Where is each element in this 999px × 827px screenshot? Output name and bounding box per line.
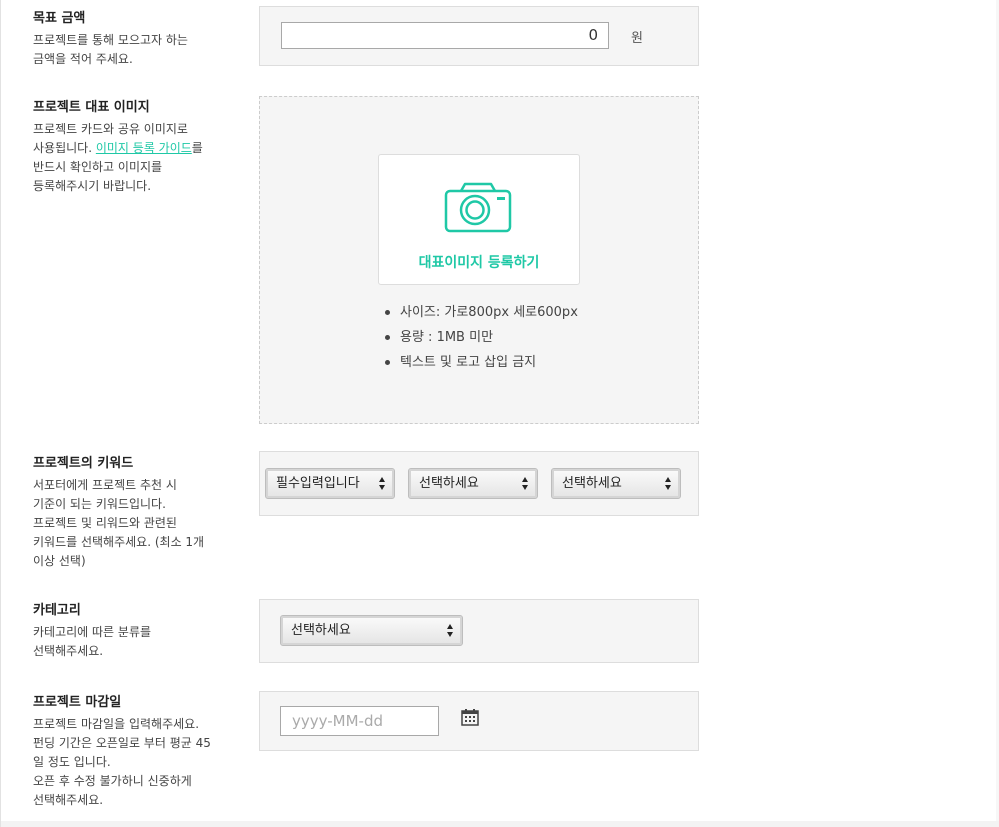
keyword-select-1-value: 필수입력입니다 bbox=[276, 476, 360, 491]
goal-description: 프로젝트를 통해 모으고자 하는 금액을 적어 주세요. bbox=[33, 33, 188, 66]
category-select[interactable]: 선택하세요 bbox=[280, 615, 463, 646]
keyword-select-3[interactable]: 선택하세요 bbox=[551, 468, 681, 499]
image-rule-size: 사이즈: 가로800px 세로600px bbox=[384, 300, 578, 325]
image-title: 프로젝트 대표 이미지 bbox=[33, 100, 150, 115]
goal-box: 0 원 bbox=[259, 6, 699, 66]
deadline-date-input[interactable]: yyyy-MM-dd bbox=[280, 706, 439, 736]
category-label-group: 카테고리 카테고리에 따른 분류를 선택해주세요. bbox=[33, 602, 233, 661]
keyword-box: 필수입력입니다 선택하세요 선택하세요 bbox=[259, 451, 699, 516]
category-description: 카테고리에 따른 분류를 선택해주세요. bbox=[33, 625, 152, 658]
category-select-value: 선택하세요 bbox=[291, 623, 351, 638]
select-arrows-icon bbox=[447, 624, 454, 637]
upload-image-label: 대표이미지 등록하기 bbox=[418, 255, 540, 271]
goal-amount-input[interactable]: 0 bbox=[281, 22, 609, 49]
image-rule-no-text: 텍스트 및 로고 삽입 금지 bbox=[384, 350, 578, 375]
image-rule-capacity: 용량 : 1MB 미만 bbox=[384, 325, 578, 350]
deadline-label-group: 프로젝트 마감일 프로젝트 마감일을 입력해주세요. 펀딩 기간은 오픈일로 부… bbox=[33, 694, 233, 810]
select-arrows-icon bbox=[522, 477, 529, 490]
calendar-icon[interactable] bbox=[461, 709, 479, 730]
image-guide-link[interactable]: 이미지 등록 가이드 bbox=[96, 141, 192, 155]
project-form-page: 목표 금액 프로젝트를 통해 모으고자 하는 금액을 적어 주세요. 0 원 프… bbox=[0, 0, 999, 827]
goal-label-group: 목표 금액 프로젝트를 통해 모으고자 하는 금액을 적어 주세요. bbox=[33, 10, 233, 69]
deadline-box: yyyy-MM-dd bbox=[259, 691, 699, 751]
keyword-select-1[interactable]: 필수입력입니다 bbox=[265, 468, 395, 499]
deadline-title: 프로젝트 마감일 bbox=[33, 695, 122, 710]
keyword-label-group: 프로젝트의 키워드 서포터에게 프로젝트 추천 시 기준이 되는 키워드입니다.… bbox=[33, 455, 233, 571]
goal-title: 목표 금액 bbox=[33, 11, 86, 26]
keyword-select-2-value: 선택하세요 bbox=[419, 476, 479, 491]
image-label-group: 프로젝트 대표 이미지 프로젝트 카드와 공유 이미지로 사용됩니다. 이미지 … bbox=[33, 99, 233, 196]
keyword-select-2[interactable]: 선택하세요 bbox=[408, 468, 538, 499]
select-arrows-icon bbox=[379, 477, 386, 490]
select-arrows-icon bbox=[665, 477, 672, 490]
goal-unit: 원 bbox=[631, 31, 643, 46]
image-upload-area: 대표이미지 등록하기 사이즈: 가로800px 세로600px 용량 : 1MB… bbox=[259, 96, 699, 424]
upload-image-button[interactable]: 대표이미지 등록하기 bbox=[378, 154, 580, 285]
deadline-description: 프로젝트 마감일을 입력해주세요. 펀딩 기간은 오픈일로 부터 평균 45 일… bbox=[33, 717, 211, 807]
image-description: 프로젝트 카드와 공유 이미지로 사용됩니다. 이미지 등록 가이드를 반드시 … bbox=[33, 120, 233, 196]
category-title: 카테고리 bbox=[33, 603, 81, 618]
bottom-divider bbox=[1, 821, 999, 827]
keyword-title: 프로젝트의 키워드 bbox=[33, 456, 134, 471]
camera-icon bbox=[444, 182, 514, 238]
image-rules-list: 사이즈: 가로800px 세로600px 용량 : 1MB 미만 텍스트 및 로… bbox=[384, 300, 578, 375]
keyword-select-3-value: 선택하세요 bbox=[562, 476, 622, 491]
keyword-description: 서포터에게 프로젝트 추천 시 기준이 되는 키워드입니다. 프로젝트 및 리워… bbox=[33, 478, 205, 568]
category-box: 선택하세요 bbox=[259, 599, 699, 663]
